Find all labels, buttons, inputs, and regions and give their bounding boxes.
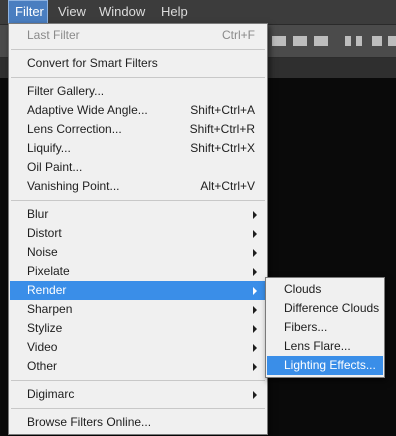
menu-item-clouds[interactable]: Clouds <box>267 280 383 299</box>
menu-item-label: Render <box>27 283 67 297</box>
filter-menu: Last Filter Ctrl+F Convert for Smart Fil… <box>8 23 268 435</box>
menu-item-render[interactable]: Render <box>10 281 266 300</box>
submenu-arrow-icon <box>253 230 257 238</box>
menu-item-last-filter: Last Filter Ctrl+F <box>10 26 266 45</box>
distribute-top-icon[interactable] <box>345 36 351 46</box>
menu-item-label: Lens Correction... <box>27 122 122 136</box>
align-left-icon[interactable] <box>272 36 286 46</box>
submenu-arrow-icon <box>253 306 257 314</box>
menu-item-blur[interactable]: Blur <box>10 205 266 224</box>
menu-item-label: Digimarc <box>27 387 75 401</box>
menu-item-oil-paint[interactable]: Oil Paint... <box>10 158 266 177</box>
submenu-arrow-icon <box>253 268 257 276</box>
menu-bar: Filter View Window Help <box>0 0 396 25</box>
menu-separator <box>11 408 265 409</box>
menu-item-liquify[interactable]: Liquify... Shift+Ctrl+X <box>10 139 266 158</box>
menu-separator <box>11 49 265 50</box>
menu-item-vanishing-point[interactable]: Vanishing Point... Alt+Ctrl+V <box>10 177 266 196</box>
menu-item-label: Pixelate <box>27 264 70 278</box>
menu-item-lens-correction[interactable]: Lens Correction... Shift+Ctrl+R <box>10 120 266 139</box>
menu-item-label: Last Filter <box>27 28 80 42</box>
distribute-middle-icon[interactable] <box>356 36 362 46</box>
submenu-arrow-icon <box>253 391 257 399</box>
menu-item-label: Video <box>27 340 58 354</box>
menu-item-lens-flare[interactable]: Lens Flare... <box>267 337 383 356</box>
menu-item-adaptive-wide-angle[interactable]: Adaptive Wide Angle... Shift+Ctrl+A <box>10 101 266 120</box>
menu-item-label: Distort <box>27 226 62 240</box>
menu-item-browse-filters-online[interactable]: Browse Filters Online... <box>10 413 266 432</box>
menu-item-filter-gallery[interactable]: Filter Gallery... <box>10 82 266 101</box>
shortcut-label: Shift+Ctrl+A <box>190 103 255 117</box>
menu-item-other[interactable]: Other <box>10 357 266 376</box>
submenu-arrow-icon <box>253 211 257 219</box>
menu-item-lighting-effects[interactable]: Lighting Effects... <box>267 356 383 375</box>
distribute-extra-icon[interactable] <box>388 36 396 46</box>
submenu-arrow-icon <box>253 249 257 257</box>
shortcut-label: Shift+Ctrl+R <box>189 122 255 136</box>
menu-item-label: Liquify... <box>27 141 71 155</box>
submenu-arrow-icon <box>253 325 257 333</box>
menu-item-label: Adaptive Wide Angle... <box>27 103 148 117</box>
shortcut-label: Ctrl+F <box>222 28 255 42</box>
submenu-arrow-icon <box>253 363 257 371</box>
menu-separator <box>11 200 265 201</box>
menu-item-label: Other <box>27 359 58 373</box>
menu-item-distort[interactable]: Distort <box>10 224 266 243</box>
menu-item-pixelate[interactable]: Pixelate <box>10 262 266 281</box>
menu-view[interactable]: View <box>52 0 92 24</box>
menu-item-difference-clouds[interactable]: Difference Clouds <box>267 299 383 318</box>
menu-window[interactable]: Window <box>93 0 151 24</box>
menu-item-label: Oil Paint... <box>27 160 83 174</box>
menu-item-fibers[interactable]: Fibers... <box>267 318 383 337</box>
shortcut-label: Shift+Ctrl+X <box>190 141 255 155</box>
menu-item-convert-smart-filters[interactable]: Convert for Smart Filters <box>10 54 266 73</box>
menu-item-label: Noise <box>27 245 58 259</box>
menu-item-label: Filter Gallery... <box>27 84 105 98</box>
menu-separator <box>11 380 265 381</box>
submenu-arrow-icon <box>253 344 257 352</box>
menu-item-digimarc[interactable]: Digimarc <box>10 385 266 404</box>
menu-item-label: Blur <box>27 207 49 221</box>
menu-item-label: Vanishing Point... <box>27 179 120 193</box>
menu-item-label: Sharpen <box>27 302 73 316</box>
align-center-icon[interactable] <box>293 36 307 46</box>
menu-item-label: Stylize <box>27 321 63 335</box>
menu-item-sharpen[interactable]: Sharpen <box>10 300 266 319</box>
menu-filter[interactable]: Filter <box>8 0 48 24</box>
distribute-bottom-icon[interactable] <box>372 36 382 46</box>
submenu-arrow-icon <box>253 287 257 295</box>
align-right-icon[interactable] <box>314 36 328 46</box>
menu-item-video[interactable]: Video <box>10 338 266 357</box>
menu-item-noise[interactable]: Noise <box>10 243 266 262</box>
menu-separator <box>11 77 265 78</box>
menu-item-stylize[interactable]: Stylize <box>10 319 266 338</box>
menu-help[interactable]: Help <box>155 0 194 24</box>
shortcut-label: Alt+Ctrl+V <box>200 179 255 193</box>
render-submenu: Clouds Difference Clouds Fibers... Lens … <box>265 277 385 378</box>
